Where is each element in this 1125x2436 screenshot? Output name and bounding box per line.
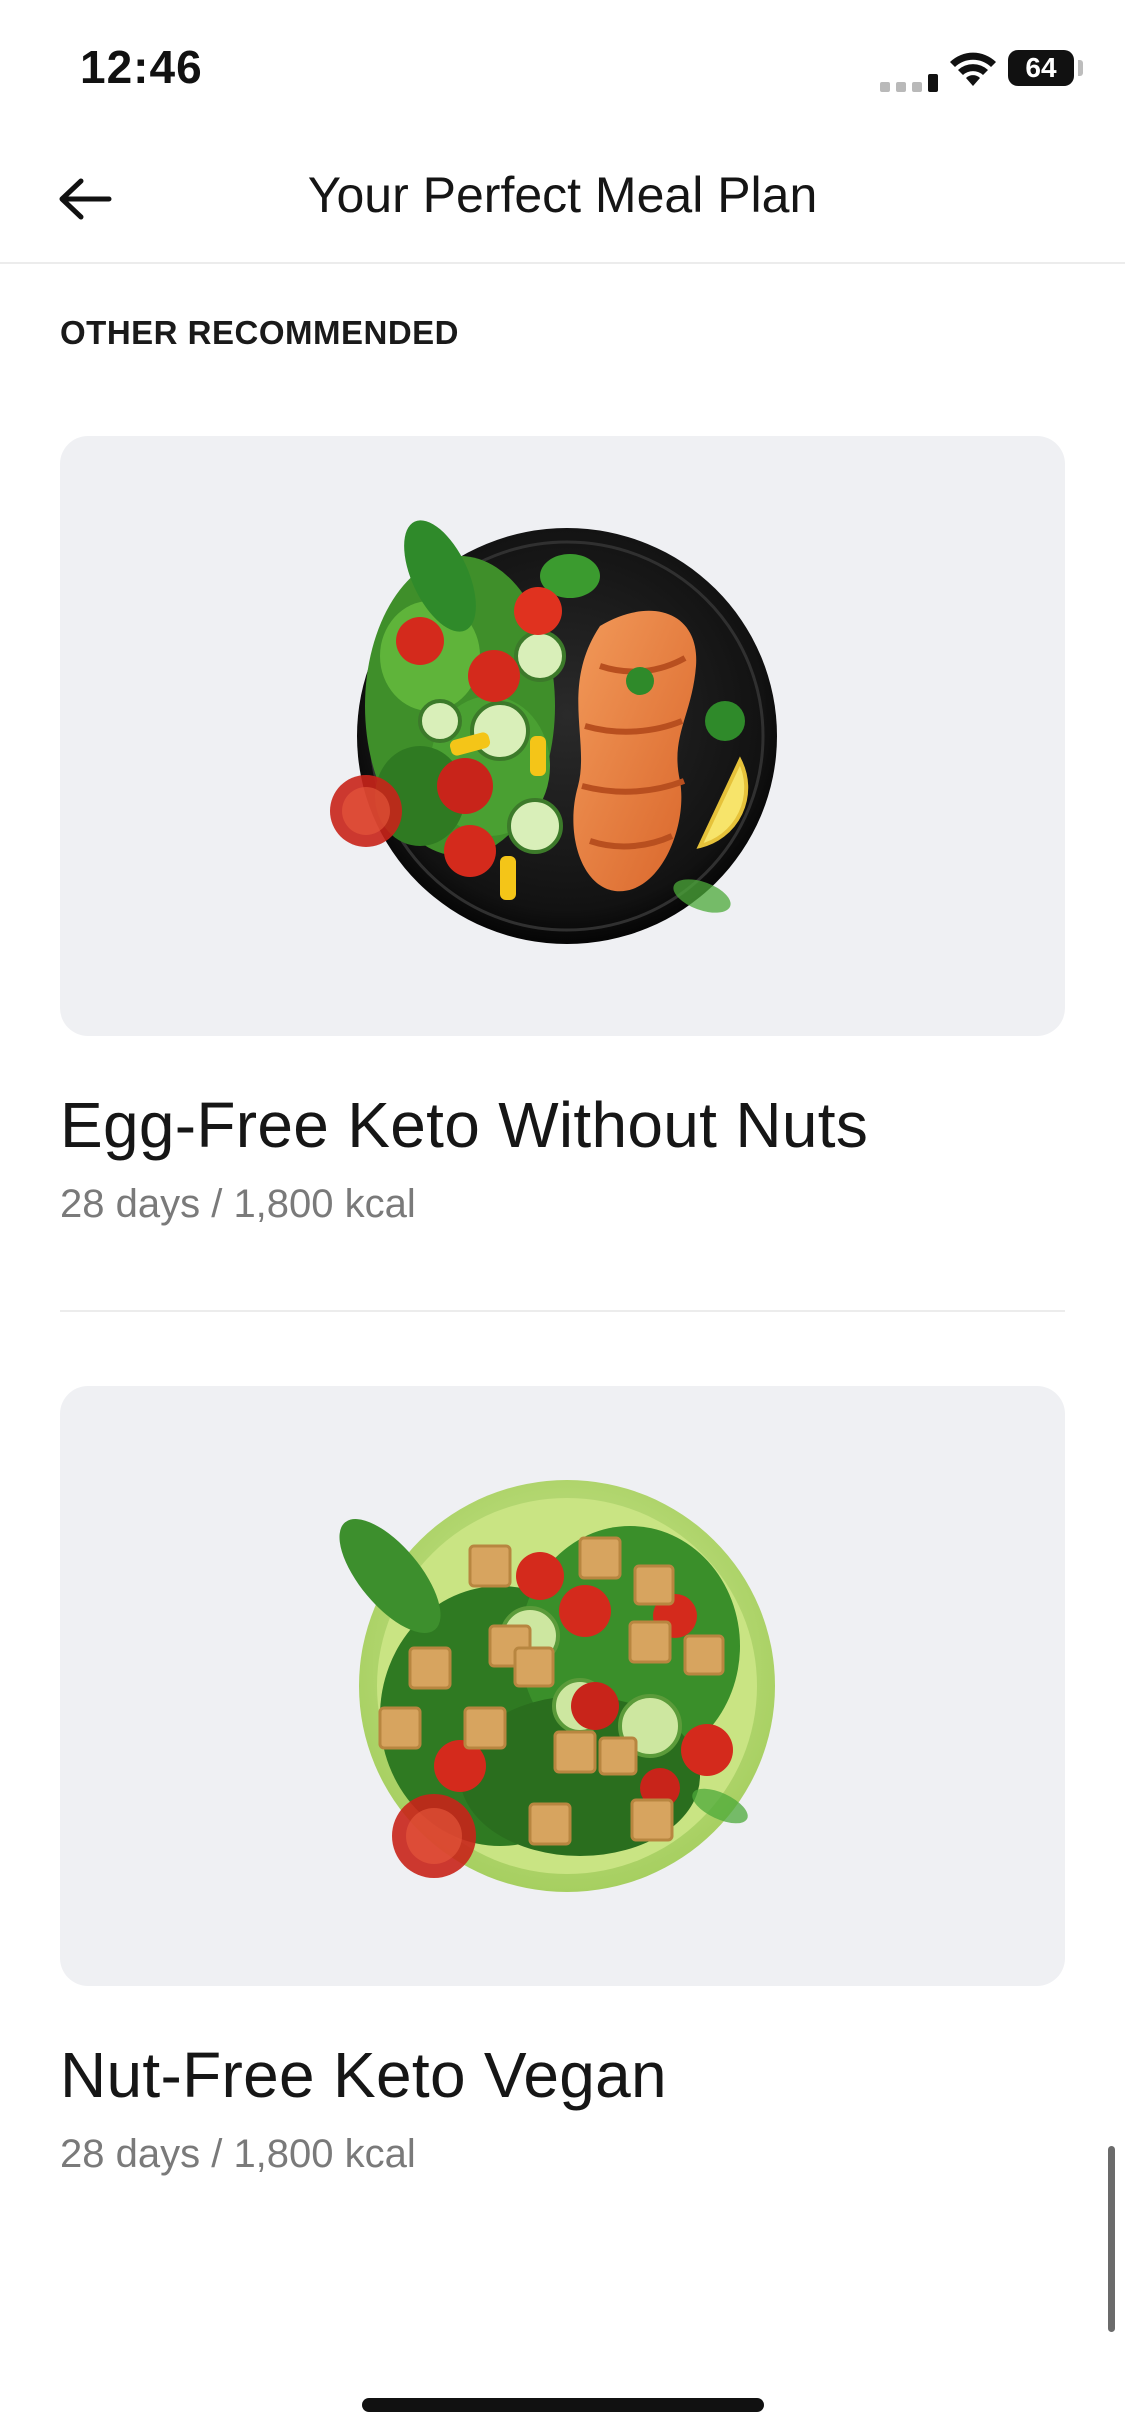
section-heading: OTHER RECOMMENDED xyxy=(60,314,460,351)
meal-plan-image-tofu-bowl xyxy=(60,1386,1065,1986)
wifi-icon xyxy=(950,52,996,86)
meal-plan-details: 28 days / 1,800 kcal xyxy=(60,1182,416,1226)
meal-plan-card[interactable]: Nut-Free Keto Vegan 28 days / 1,800 kcal xyxy=(60,1386,1065,2177)
meal-plan-title: Egg-Free Keto Without Nuts xyxy=(60,1089,869,1161)
meal-plan-title: Nut-Free Keto Vegan xyxy=(60,2039,667,2111)
scrollbar[interactable] xyxy=(1108,2146,1115,2332)
status-bar: 12:46 64 xyxy=(0,0,1125,132)
salmon-salad-plate-image xyxy=(330,520,777,944)
home-indicator[interactable] xyxy=(362,2398,764,2412)
divider xyxy=(60,1310,1065,1312)
tofu-spinach-bowl-image xyxy=(339,1480,775,1892)
page-title: Your Perfect Meal Plan xyxy=(307,167,818,223)
meal-plan-details: 28 days / 1,800 kcal xyxy=(60,2132,416,2176)
battery-icon: 64 xyxy=(1008,50,1074,86)
battery-tip xyxy=(1078,60,1083,76)
status-time: 12:46 xyxy=(80,41,203,93)
meal-plan-card[interactable]: Egg-Free Keto Without Nuts 28 days / 1,8… xyxy=(60,436,1065,1227)
navigation-bar: Your Perfect Meal Plan xyxy=(0,132,1125,264)
cellular-signal-icon xyxy=(880,74,938,92)
meal-plan-image-salmon-salad xyxy=(60,436,1065,1036)
